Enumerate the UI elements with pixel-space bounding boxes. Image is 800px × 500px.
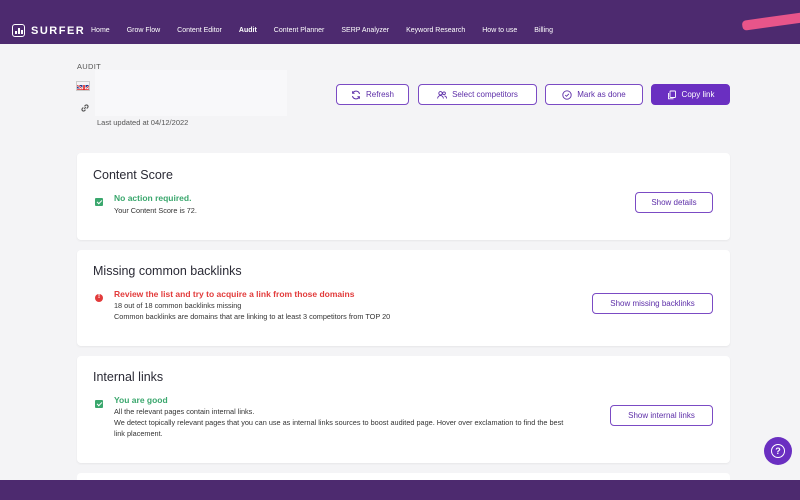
card-title: Missing common backlinks	[93, 264, 242, 278]
mark-as-done-label: Mark as done	[577, 90, 626, 99]
missing-backlinks-card: Missing common backlinks Review the list…	[77, 250, 730, 346]
audited-page-title-area	[95, 70, 287, 116]
nav-item-content-planner[interactable]: Content Planner	[274, 27, 325, 34]
copy-icon	[667, 90, 676, 99]
brand-name: SURFER	[31, 24, 86, 37]
show-details-label: Show details	[651, 198, 697, 207]
success-check-icon	[95, 400, 103, 408]
content-score-card: Content Score No action required. Your C…	[77, 153, 730, 240]
select-competitors-button[interactable]: Select competitors	[418, 84, 537, 105]
nav-item-how-to-use[interactable]: How to use	[482, 27, 517, 34]
copy-link-label: Copy link	[681, 90, 715, 99]
nav-item-billing[interactable]: Billing	[534, 27, 553, 34]
nav-item-audit[interactable]: Audit	[239, 27, 257, 34]
mark-as-done-button[interactable]: Mark as done	[545, 84, 643, 105]
uk-flag-icon	[76, 81, 90, 91]
show-internal-links-button[interactable]: Show internal links	[610, 405, 713, 426]
refresh-button[interactable]: Refresh	[336, 84, 409, 105]
status-description: Your Content Score is 72.	[114, 206, 197, 215]
show-missing-backlinks-label: Show missing backlinks	[610, 299, 695, 308]
bottom-bar	[0, 480, 800, 500]
show-internal-links-label: Show internal links	[628, 411, 695, 420]
help-chat-button[interactable]: ?	[764, 437, 792, 465]
question-icon: ?	[771, 444, 785, 458]
last-updated-text: Last updated at 04/12/2022	[97, 118, 189, 127]
status-title: You are good	[114, 395, 168, 405]
link-icon[interactable]	[80, 100, 90, 112]
internal-links-card: Internal links You are good All the rele…	[77, 356, 730, 463]
decorative-accent-stripe	[741, 11, 800, 31]
nav-item-keyword-research[interactable]: Keyword Research	[406, 27, 465, 34]
status-description: We detect topically relevant pages that …	[114, 418, 564, 427]
select-competitors-label: Select competitors	[452, 90, 518, 99]
success-check-icon	[95, 198, 103, 206]
show-details-button[interactable]: Show details	[635, 192, 713, 213]
top-navigation-bar: SURFER Home Grow Flow Content Editor Aud…	[0, 0, 800, 44]
status-title: Review the list and try to acquire a lin…	[114, 289, 355, 299]
card-title: Content Score	[93, 168, 173, 182]
chart-logo-icon	[12, 24, 25, 37]
refresh-icon	[351, 90, 360, 99]
status-description: 18 out of 18 common backlinks missing	[114, 301, 242, 310]
nav-item-grow-flow[interactable]: Grow Flow	[127, 27, 160, 34]
error-alert-icon	[95, 293, 103, 302]
copy-link-button[interactable]: Copy link	[651, 84, 730, 105]
refresh-label: Refresh	[365, 90, 394, 99]
status-description: All the relevant pages contain internal …	[114, 407, 255, 416]
nav-item-serp-analyzer[interactable]: SERP Analyzer	[341, 27, 389, 34]
check-circle-icon	[562, 89, 572, 100]
main-nav: Home Grow Flow Content Editor Audit Cont…	[91, 27, 570, 34]
nav-item-content-editor[interactable]: Content Editor	[177, 27, 222, 34]
status-description: Common backlinks are domains that are li…	[114, 312, 391, 321]
users-icon	[437, 90, 448, 99]
show-missing-backlinks-button[interactable]: Show missing backlinks	[592, 293, 713, 314]
status-description: link placement.	[114, 429, 163, 438]
status-title: No action required.	[114, 193, 192, 203]
card-title: Internal links	[93, 370, 164, 384]
surfer-logo[interactable]: SURFER	[12, 24, 85, 37]
nav-item-home[interactable]: Home	[91, 27, 110, 34]
